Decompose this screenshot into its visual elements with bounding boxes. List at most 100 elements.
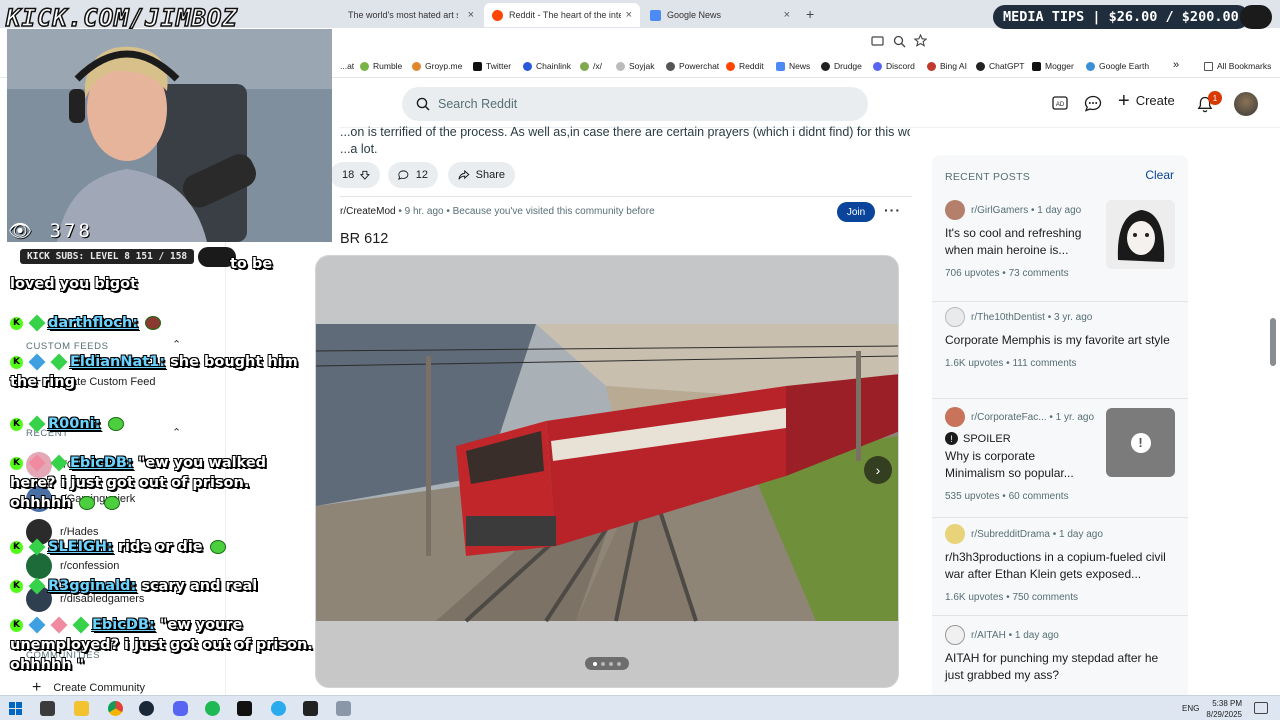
page-scrollbar[interactable] [1270, 318, 1276, 366]
subreddit-name[interactable]: r/AITAH [971, 630, 1006, 641]
search-input[interactable]: Search Reddit [402, 87, 868, 121]
carousel-dot[interactable] [609, 661, 613, 666]
steam-icon[interactable] [139, 701, 154, 716]
subreddit-name[interactable]: r/SubredditDrama [971, 529, 1050, 540]
recent-post-stats: 1.6K upvotes • 111 comments [945, 358, 1177, 369]
carousel-dot[interactable] [617, 661, 621, 666]
subreddit-name[interactable]: r/CorporateFac... [971, 412, 1047, 423]
previous-post-snippet[interactable]: ...on is terrified of the process. As we… [340, 124, 910, 158]
app-icon[interactable] [336, 701, 351, 716]
task-view-icon[interactable] [40, 701, 55, 716]
chat-username[interactable]: SLEIGH: [48, 539, 113, 555]
bookmark-item[interactable]: Chainlink [523, 61, 571, 71]
chat-text: scary and real [141, 578, 258, 594]
zoom-icon[interactable] [893, 35, 906, 48]
subreddit-name[interactable]: r/GirlGamers [971, 205, 1028, 216]
bookmark-item[interactable]: Discord [873, 61, 915, 71]
tab-reddit[interactable]: Reddit - The heart of the internet × [484, 3, 640, 27]
recent-post-title[interactable]: r/h3h3productions in a copium-fueled civ… [945, 549, 1177, 583]
bookmark-item[interactable]: Groyp.me [412, 61, 462, 71]
bookmark-star-icon[interactable] [914, 34, 927, 47]
recent-post-item[interactable]: r/AITAH • 1 day ago AITAH for punching m… [945, 625, 1177, 684]
vote-control[interactable]: 18 [330, 162, 380, 188]
chrome-icon[interactable] [108, 701, 123, 716]
bookmark-item[interactable]: Bing AI [927, 61, 967, 71]
comments-button[interactable]: 12 [388, 162, 438, 188]
carousel-dot[interactable] [601, 661, 605, 666]
chat-message: K R3gginald: scary and real [10, 576, 315, 596]
bookmark-item[interactable]: Mogger [1032, 61, 1074, 71]
recent-post-title[interactable]: It's so cool and refreshing when main he… [945, 225, 1101, 259]
bookmark-item[interactable]: Reddit [726, 61, 764, 71]
chat-icon[interactable] [1084, 95, 1102, 112]
close-icon[interactable]: × [784, 9, 790, 21]
carousel-dot-active[interactable] [593, 661, 597, 666]
sub-badge-icon [50, 353, 68, 371]
bookmark-label: All Bookmarks [1217, 61, 1272, 71]
more-options-icon[interactable]: ··· [884, 202, 901, 218]
chat-username[interactable]: R3gginald: [48, 578, 136, 594]
chat-username[interactable]: EbicDB: [92, 617, 155, 633]
chat-username[interactable]: R00ni: [48, 416, 100, 432]
app-icon[interactable] [303, 701, 318, 716]
carousel-indicator[interactable] [585, 657, 629, 670]
google-earth-icon [1086, 61, 1095, 71]
post-media-image[interactable] [315, 255, 899, 688]
bookmark-label: Reddit [739, 61, 764, 71]
chevron-up-icon[interactable]: ⌃ [172, 338, 181, 351]
tab-art-style[interactable]: The world's most hated art style × [340, 3, 482, 27]
recent-post-title[interactable]: Corporate Memphis is my favorite art sty… [945, 332, 1177, 349]
post-title[interactable]: BR 612 [340, 231, 388, 247]
chat-username[interactable]: EbicDB: [70, 455, 133, 471]
recent-post-title[interactable]: AITAH for punching my stepdad after he j… [945, 650, 1177, 684]
create-button[interactable]: + Create [1118, 91, 1175, 111]
terminal-icon[interactable] [237, 701, 252, 716]
notifications-center-icon[interactable] [1254, 702, 1268, 714]
bookmark-item[interactable]: ...at [340, 61, 354, 71]
telegram-icon[interactable] [271, 701, 286, 716]
recent-post-thumbnail[interactable] [1106, 200, 1175, 269]
spotify-icon[interactable] [205, 701, 220, 716]
language-indicator[interactable]: ENG [1182, 704, 1199, 713]
chat-username[interactable]: darthfloch: [48, 315, 138, 331]
recent-post-item[interactable]: r/The10thDentist • 3 yr. ago Corporate M… [945, 307, 1177, 369]
system-clock[interactable]: 5:38 PM 8/29/2025 [1200, 698, 1242, 720]
chat-username[interactable]: EldianNat1: [70, 354, 165, 370]
bookmark-item[interactable]: Rumble [360, 61, 402, 71]
bookmark-item[interactable]: Powerchat [666, 61, 719, 71]
close-icon[interactable]: × [626, 9, 632, 21]
bookmark-item[interactable]: News [776, 61, 810, 71]
all-bookmarks-button[interactable]: All Bookmarks [1204, 61, 1271, 71]
share-label: Share [475, 169, 505, 181]
bookmark-item[interactable]: /x/ [580, 61, 602, 71]
chat-text: "ew you walked here? i just got out of p… [10, 455, 267, 511]
join-button[interactable]: Join [837, 202, 875, 222]
recent-post-item[interactable]: r/SubredditDrama • 1 day ago r/h3h3produ… [945, 524, 1177, 603]
recent-post-title[interactable]: Why is corporate Minimalism so popular..… [945, 448, 1095, 482]
carousel-next-button[interactable]: › [864, 456, 892, 484]
tab-google-news[interactable]: Google News × [642, 3, 798, 27]
subreddit-name[interactable]: r/The10thDentist [971, 312, 1045, 323]
search-icon [416, 97, 430, 111]
user-avatar[interactable] [1234, 92, 1258, 116]
subreddit-link[interactable]: r/CreateMod [340, 206, 396, 217]
bookmark-item[interactable]: Twitter [473, 61, 511, 71]
bookmark-item[interactable]: Google Earth [1086, 61, 1149, 71]
clear-recent-button[interactable]: Clear [1145, 168, 1174, 182]
discord-icon[interactable] [173, 701, 188, 716]
file-explorer-icon[interactable] [74, 701, 89, 716]
bookmarks-overflow-button[interactable]: » [1173, 59, 1179, 71]
bookmark-item[interactable]: Drudge [821, 61, 862, 71]
new-tab-button[interactable]: + [806, 6, 814, 22]
custom-feeds-heading[interactable]: CUSTOM FEEDS [26, 341, 109, 352]
tab-label: The world's most hated art style [348, 10, 458, 20]
downvote-icon[interactable] [360, 169, 370, 181]
share-button[interactable]: Share [448, 162, 515, 188]
advertise-icon[interactable]: AD [1052, 95, 1068, 111]
install-app-icon[interactable] [871, 35, 884, 48]
windows-start-icon[interactable] [9, 702, 22, 715]
bookmark-item[interactable]: Soyjak [616, 61, 655, 71]
bookmark-item[interactable]: ChatGPT [976, 61, 1024, 71]
spoiler-thumbnail[interactable]: ! [1106, 408, 1175, 477]
close-icon[interactable]: × [468, 9, 474, 21]
